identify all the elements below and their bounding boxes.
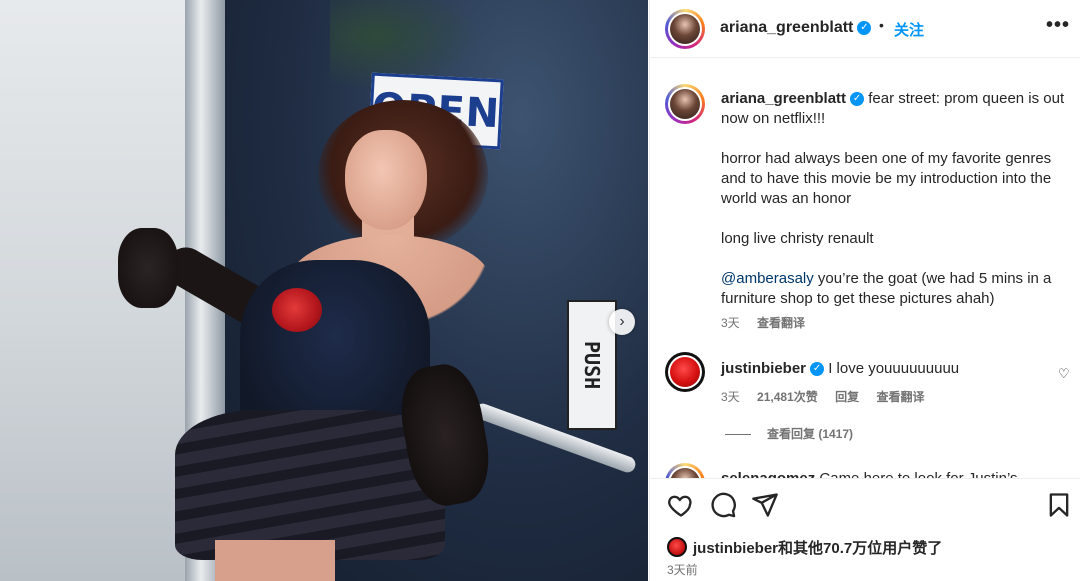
comment-item-partial: selenagomez Came here to look for Justin… (650, 463, 1080, 478)
post-timestamp[interactable]: 3天前 (667, 561, 698, 578)
caption-paragraph-2: horror had always been one of my favorit… (721, 150, 1056, 207)
like-heart-icon[interactable] (667, 491, 695, 519)
comment-translate-button[interactable]: 查看翻译 (876, 390, 924, 404)
comment-body: I love youuuuuuuuu (828, 360, 960, 377)
chevron-right-icon: › (619, 313, 625, 330)
comment-likes[interactable]: 21,481次赞 (757, 390, 818, 404)
comment-avatar[interactable] (665, 352, 705, 392)
comment-meta: 3天 21,481次赞 回复 查看翻译 (721, 388, 938, 405)
photo-glove-left (118, 228, 178, 308)
comment-text: justinbieber ✓ I love youuuuuuuuu (721, 360, 959, 377)
partial-comment-body: Came here to look for Justin’s (819, 470, 1017, 478)
caption-text: ariana_greenblatt ✓ fear street: prom que… (721, 89, 1071, 329)
caption-time[interactable]: 3天 (721, 316, 740, 330)
comment-avatar[interactable] (665, 463, 705, 478)
photo-legs (215, 540, 335, 581)
liked-by-avatar (667, 537, 687, 557)
replies-divider-line (725, 434, 751, 436)
caption-avatar[interactable] (665, 84, 705, 124)
post-side-panel: ariana_greenblatt ✓ • 关注 ••• ariana_green… (649, 0, 1080, 581)
comment-bubble-icon[interactable] (709, 491, 737, 519)
post-actions-bar: justinbieber和其他70.7万位用户赞了 3天前 (650, 478, 1080, 581)
photo-rose (272, 288, 322, 332)
partial-comment-username[interactable]: selenagomez (721, 470, 815, 478)
avatar[interactable] (665, 9, 705, 49)
caption-username[interactable]: ariana_greenblatt (721, 90, 846, 107)
post-image[interactable]: OPEN PUSH (0, 0, 648, 581)
more-options-icon[interactable]: ••• (1046, 14, 1070, 37)
follow-button[interactable]: 关注 (894, 19, 924, 40)
comment-item: justinbieber ✓ I love youuuuuuuuu 3天 21,4… (650, 352, 1080, 412)
verified-badge-icon: ✓ (810, 362, 825, 377)
comment-reply-button[interactable]: 回复 (835, 390, 859, 404)
separator-dot: • (879, 17, 884, 33)
comment-time[interactable]: 3天 (721, 390, 740, 404)
caption-translate-button[interactable]: 查看翻译 (757, 316, 805, 330)
next-image-button[interactable]: › (609, 309, 635, 335)
liked-by-count[interactable]: 和其他70.7万位用户赞了 (778, 540, 942, 557)
share-send-icon[interactable] (751, 491, 779, 519)
view-replies-button[interactable]: 查看回复 (1417) (725, 425, 853, 442)
verified-badge-icon: ✓ (850, 92, 865, 107)
verified-badge-icon: ✓ (857, 20, 872, 35)
partial-comment-text: selenagomez Came here to look for Justin… (721, 470, 1018, 478)
photo-face (345, 130, 427, 230)
caption-meta: 3天 查看翻译 (721, 314, 819, 331)
comment-like-heart-icon[interactable]: ♡ (1058, 366, 1070, 382)
post-header: ariana_greenblatt ✓ • 关注 ••• (650, 0, 1080, 58)
caption-paragraph-3: long live christy renault (721, 230, 874, 247)
view-replies-label: 查看回复 (1417) (767, 427, 854, 441)
header-username-text: ariana_greenblatt (720, 19, 854, 36)
liked-by-username[interactable]: justinbieber (693, 540, 778, 557)
header-username[interactable]: ariana_greenblatt ✓ (720, 19, 872, 37)
comment-username[interactable]: justinbieber (721, 360, 806, 377)
liked-by-summary[interactable]: justinbieber和其他70.7万位用户赞了 (667, 537, 942, 558)
mention-link[interactable]: @amberasaly (721, 270, 814, 287)
save-bookmark-icon[interactable] (1045, 491, 1073, 519)
